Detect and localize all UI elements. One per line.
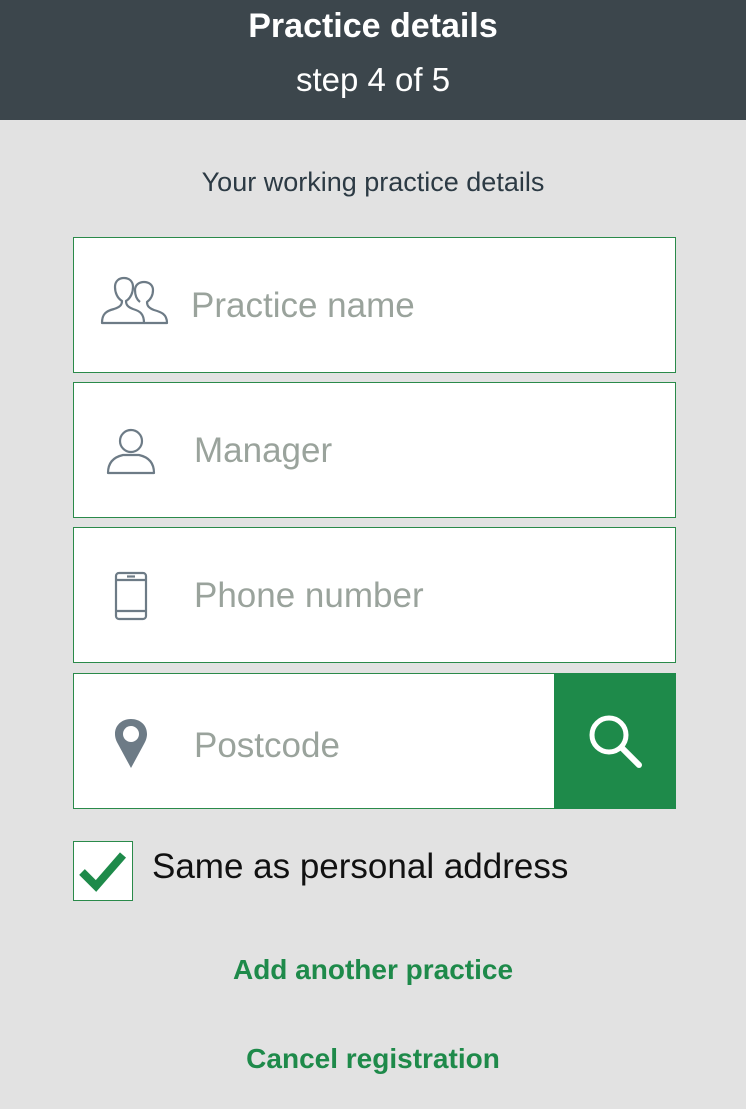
manager-placeholder: Manager (194, 431, 333, 470)
user-icon (106, 428, 156, 475)
phone-number-field[interactable]: Phone number (73, 527, 676, 663)
page-title: Practice details (248, 7, 498, 45)
manager-field[interactable]: Manager (73, 382, 676, 518)
add-another-practice-link[interactable]: Add another practice (0, 952, 746, 988)
mobile-phone-icon (114, 571, 148, 621)
map-pin-icon (115, 719, 147, 768)
practice-name-field[interactable]: Practice name (73, 237, 676, 373)
postcode-field[interactable]: Postcode (73, 673, 676, 809)
postcode-placeholder: Postcode (194, 726, 340, 765)
practice-name-placeholder: Practice name (191, 286, 415, 325)
checkmark-icon (79, 852, 127, 892)
cancel-registration-link[interactable]: Cancel registration (0, 1041, 746, 1077)
users-icon (100, 276, 169, 325)
section-subtitle: Your working practice details (201, 167, 545, 197)
phone-number-placeholder: Phone number (194, 576, 424, 615)
same-address-checkbox[interactable] (73, 841, 133, 901)
postcode-search-button[interactable] (554, 673, 676, 809)
step-indicator: step 4 of 5 (295, 61, 451, 98)
same-address-label[interactable]: Same as personal address (152, 845, 568, 889)
header-bar: Practice details step 4 of 5 (0, 0, 746, 120)
search-icon (589, 715, 642, 768)
